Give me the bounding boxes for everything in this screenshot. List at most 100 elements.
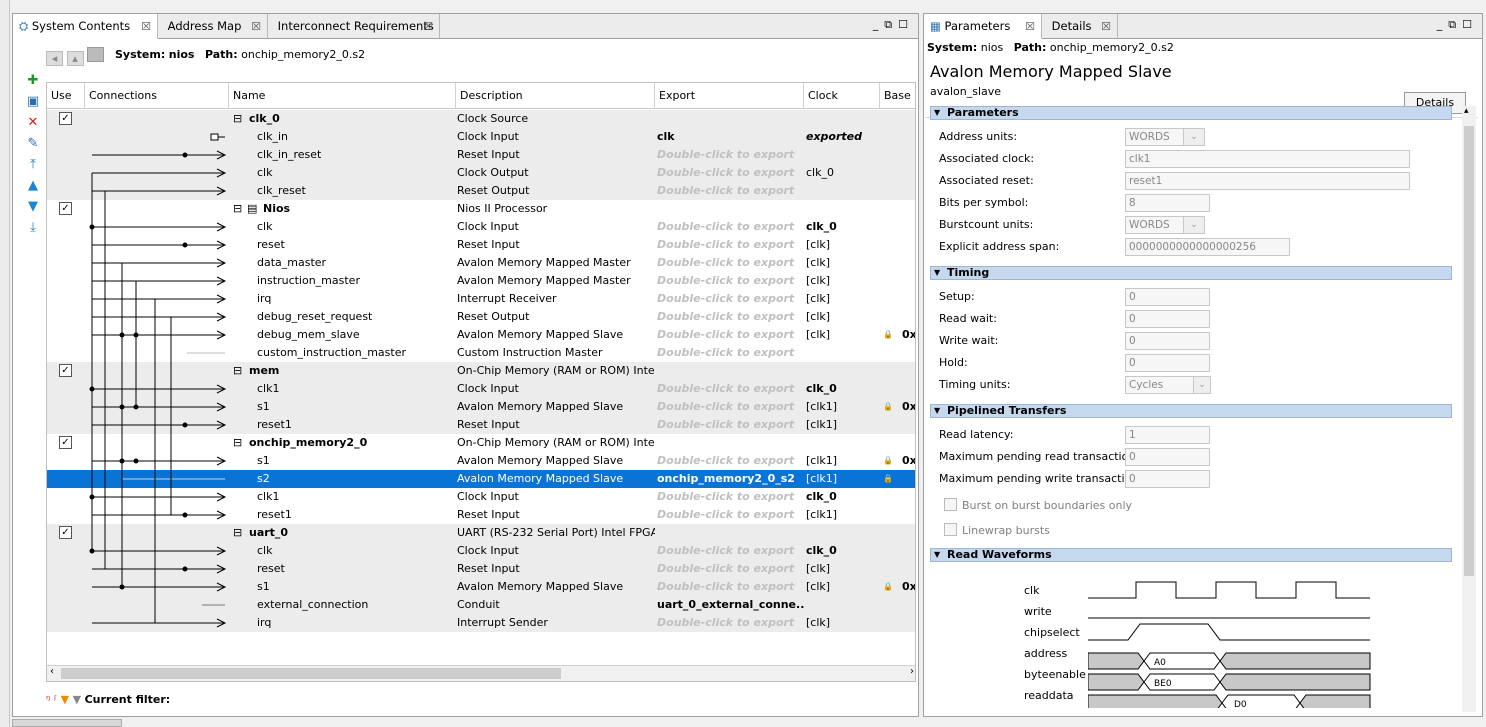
- connection-dot[interactable]: [182, 152, 188, 158]
- connection-dot[interactable]: [119, 332, 125, 338]
- close-icon[interactable]: ☒: [141, 14, 151, 39]
- export-cell[interactable]: Double-click to export: [657, 308, 804, 326]
- export-cell[interactable]: Double-click to export: [657, 182, 804, 200]
- timing-field[interactable]: 0: [1125, 310, 1210, 328]
- section-timing[interactable]: Timing: [930, 266, 1452, 280]
- export-cell[interactable]: [657, 110, 804, 128]
- timing-field[interactable]: Cycles: [1125, 376, 1195, 394]
- option-checkbox[interactable]: Burst on burst boundaries only: [944, 498, 1132, 512]
- col-description[interactable]: Description: [456, 83, 655, 109]
- collapse-toggle-icon[interactable]: ⊟: [233, 200, 247, 218]
- export-cell[interactable]: [657, 434, 804, 452]
- export-cell[interactable]: Double-click to export: [657, 488, 804, 506]
- export-cell[interactable]: Double-click to export: [657, 578, 804, 596]
- vertical-scrollbar[interactable]: ▴: [1462, 106, 1476, 712]
- horizontal-scrollbar[interactable]: ‹ ›: [47, 665, 915, 681]
- export-cell[interactable]: Double-click to export: [657, 146, 804, 164]
- param-field[interactable]: 0000000000000000256: [1125, 238, 1290, 256]
- close-icon[interactable]: ☒: [1101, 14, 1111, 39]
- add-icon[interactable]: ✚: [20, 70, 46, 91]
- timing-field[interactable]: 0: [1125, 354, 1210, 372]
- tab-system-contents[interactable]: ⛭ System Contents ☒: [13, 14, 158, 39]
- export-cell[interactable]: [657, 524, 804, 542]
- back-button[interactable]: ◂: [46, 51, 63, 66]
- connection-dot[interactable]: [89, 548, 95, 554]
- move-bottom-icon[interactable]: ⤓: [20, 217, 46, 238]
- export-cell[interactable]: Double-click to export: [657, 542, 804, 560]
- lock-icon[interactable]: 🔒: [883, 452, 895, 470]
- connection-dot[interactable]: [182, 512, 188, 518]
- connection-dot[interactable]: [133, 404, 139, 410]
- connection-dot[interactable]: [182, 422, 188, 428]
- export-cell[interactable]: Double-click to export: [657, 416, 804, 434]
- pipelined-field[interactable]: 1: [1125, 426, 1210, 444]
- export-cell[interactable]: Double-click to export: [657, 326, 804, 344]
- param-field[interactable]: WORDS: [1125, 128, 1185, 146]
- section-read-waveforms[interactable]: Read Waveforms: [930, 548, 1452, 562]
- lock-icon[interactable]: 🔒: [883, 470, 895, 488]
- export-cell[interactable]: Double-click to export: [657, 506, 804, 524]
- export-cell[interactable]: Double-click to export: [657, 344, 804, 362]
- export-cell[interactable]: Double-click to export: [657, 398, 804, 416]
- param-field[interactable]: 8: [1125, 194, 1210, 212]
- close-icon[interactable]: ☒: [423, 14, 433, 39]
- col-name[interactable]: Name: [229, 83, 456, 109]
- filter-icon-1[interactable]: ᵑ: [46, 693, 51, 706]
- tab-parameters[interactable]: ▦ Parameters ☒: [924, 14, 1042, 39]
- move-down-icon[interactable]: ▼: [20, 196, 46, 217]
- collapse-toggle-icon[interactable]: ⊟: [233, 434, 247, 452]
- export-cell[interactable]: onchip_memory2_0_s2: [657, 470, 804, 488]
- connection-dot[interactable]: [119, 458, 125, 464]
- export-cell[interactable]: Double-click to export: [657, 164, 804, 182]
- tab-address-map[interactable]: Address Map ☒: [158, 14, 268, 39]
- pipelined-field[interactable]: 0: [1125, 448, 1210, 466]
- scroll-thumb[interactable]: [61, 668, 561, 679]
- add-component-icon[interactable]: ▣: [20, 91, 46, 112]
- timing-field[interactable]: 0: [1125, 332, 1210, 350]
- export-cell[interactable]: Double-click to export: [657, 290, 804, 308]
- col-base[interactable]: Base: [880, 83, 915, 109]
- export-port-icon[interactable]: [210, 133, 219, 141]
- chevron-down-icon[interactable]: ⌄: [1193, 376, 1211, 394]
- tab-details[interactable]: Details ☒: [1042, 14, 1118, 39]
- minimize-icon[interactable]: _: [1437, 18, 1449, 31]
- connection-dot[interactable]: [119, 404, 125, 410]
- hierarchy-icon[interactable]: [87, 47, 104, 62]
- maximize-icon[interactable]: ☐: [1462, 18, 1478, 31]
- close-icon[interactable]: ☒: [251, 14, 261, 39]
- detach-icon[interactable]: ⧉: [884, 18, 898, 31]
- collapse-toggle-icon[interactable]: ⊟: [233, 362, 247, 380]
- connection-dot[interactable]: [89, 224, 95, 230]
- minimize-icon[interactable]: _: [873, 18, 885, 31]
- pipelined-field[interactable]: 0: [1125, 470, 1210, 488]
- collapse-toggle-icon[interactable]: ⊟: [233, 110, 247, 128]
- connection-dot[interactable]: [182, 242, 188, 248]
- tab-interconnect[interactable]: Interconnect Requirements ☒: [268, 14, 440, 39]
- close-icon[interactable]: ☒: [1025, 14, 1035, 39]
- chevron-down-icon[interactable]: ⌄: [1183, 128, 1205, 146]
- connection-dot[interactable]: [89, 494, 95, 500]
- export-cell[interactable]: Double-click to export: [657, 218, 804, 236]
- scroll-up-icon[interactable]: ▴: [1464, 106, 1469, 116]
- export-cell[interactable]: Double-click to export: [657, 380, 804, 398]
- connection-dot[interactable]: [119, 584, 125, 590]
- param-field[interactable]: clk1: [1125, 150, 1410, 168]
- funnel-icon[interactable]: ▼: [61, 693, 69, 706]
- export-cell[interactable]: uart_0_external_conne...: [657, 596, 804, 614]
- scroll-thumb[interactable]: [1464, 126, 1474, 576]
- col-clock[interactable]: Clock: [804, 83, 880, 109]
- lock-icon[interactable]: 🔒: [883, 326, 895, 344]
- connection-dot[interactable]: [133, 458, 139, 464]
- scroll-right-icon[interactable]: ›: [910, 666, 914, 677]
- param-field[interactable]: reset1: [1125, 172, 1410, 190]
- param-field[interactable]: WORDS: [1125, 216, 1185, 234]
- connection-lines[interactable]: [47, 83, 229, 682]
- export-cell[interactable]: Double-click to export: [657, 452, 804, 470]
- col-export[interactable]: Export: [655, 83, 804, 109]
- move-top-icon[interactable]: ⤒: [20, 154, 46, 175]
- timing-field[interactable]: 0: [1125, 288, 1210, 306]
- collapse-toggle-icon[interactable]: ⊟: [233, 524, 247, 542]
- up-button[interactable]: ▴: [66, 51, 84, 66]
- lock-icon[interactable]: 🔒: [883, 398, 895, 416]
- filter-icon-2[interactable]: ᶴ: [54, 693, 57, 706]
